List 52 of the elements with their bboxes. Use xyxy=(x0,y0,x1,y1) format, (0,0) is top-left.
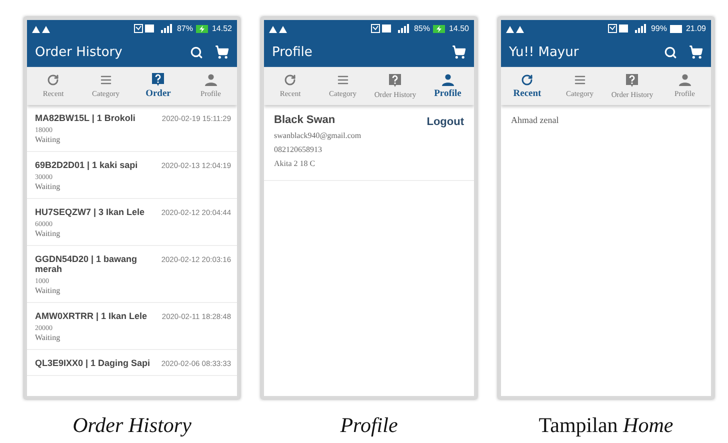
order-title: 69B2D2D01 | 1 kaki sapi xyxy=(35,160,138,170)
profile-phone: 082120658913 xyxy=(274,145,323,154)
order-status: Waiting xyxy=(35,135,62,144)
person-icon xyxy=(678,74,691,86)
app-title: Profile xyxy=(272,44,312,60)
refresh-icon xyxy=(521,74,534,86)
order-title: GGDN54D20 | 1 bawang merah xyxy=(35,254,138,274)
profile-email: swanblack940@gmail.com xyxy=(274,131,362,140)
order-title: QL3E9IXX0 | 1 Daging Sapi xyxy=(35,358,150,368)
signal-icons xyxy=(134,24,174,33)
battery-percent: 99% xyxy=(650,24,667,33)
battery-percent: 85% xyxy=(414,24,430,33)
logout-button[interactable]: Logout xyxy=(426,116,464,128)
order-status: Waiting xyxy=(35,229,62,238)
search-icon[interactable] xyxy=(664,46,677,58)
order-status: Waiting xyxy=(35,333,62,342)
clock-time: 14.50 xyxy=(448,24,469,33)
person-icon xyxy=(204,74,217,86)
person-icon xyxy=(442,74,454,86)
question-icon xyxy=(626,74,638,86)
order-status: Waiting xyxy=(35,182,62,191)
list-icon xyxy=(574,74,586,86)
order-title: HU7SEQZW7 | 3 Ikan Lele xyxy=(35,207,145,217)
cart-icon[interactable] xyxy=(215,45,229,59)
battery-percent: 87% xyxy=(176,24,193,33)
nav-tab[interactable]: Profile xyxy=(422,67,474,105)
nav-tab[interactable]: Order xyxy=(132,67,184,105)
clock-time: 21.09 xyxy=(686,24,706,33)
figure-caption: Tampilan Home xyxy=(538,413,674,438)
profile-name: Black Swan xyxy=(274,114,336,126)
app-title: Order History xyxy=(35,44,122,60)
list-icon xyxy=(336,74,349,86)
clock-time: 14.52 xyxy=(212,24,232,33)
figure-caption: Profile xyxy=(340,413,398,438)
question-icon xyxy=(389,74,402,86)
cart-icon[interactable] xyxy=(689,45,703,59)
nav-tab[interactable]: Recent xyxy=(501,67,554,105)
question-icon xyxy=(152,73,164,86)
signal-icons xyxy=(370,24,411,33)
refresh-icon xyxy=(284,74,296,86)
signal-icons xyxy=(608,24,648,33)
order-title: AMW0XRTRR | 1 Ikan Lele xyxy=(35,311,148,321)
refresh-icon xyxy=(47,74,60,86)
order-status: Waiting xyxy=(35,286,62,295)
order-title: MA82BW15L | 1 Brokoli xyxy=(35,113,136,123)
search-icon[interactable] xyxy=(190,46,203,58)
figure-caption: Order History xyxy=(72,413,192,438)
profile-address: Akita 2 18 C xyxy=(274,159,316,168)
cart-icon[interactable] xyxy=(452,45,466,59)
user-name: Ahmad zenal xyxy=(510,114,560,127)
list-icon xyxy=(100,74,112,86)
app-title: Yu!! Mayur xyxy=(509,44,579,60)
